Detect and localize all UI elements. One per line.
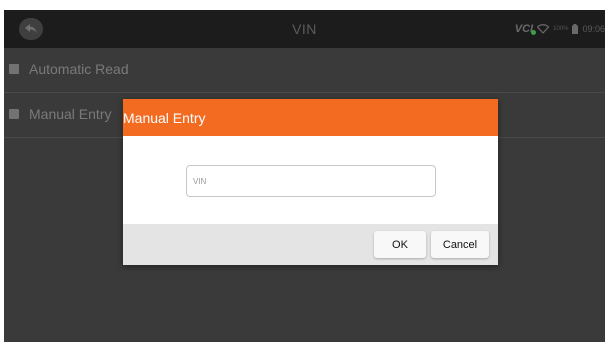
wifi-icon	[537, 24, 550, 34]
vin-input[interactable]	[186, 165, 436, 197]
cancel-button[interactable]: Cancel	[431, 231, 489, 258]
list-bullet-icon	[9, 109, 19, 119]
list-bullet-icon	[9, 64, 19, 74]
status-bar: VCI 100% 09:06	[515, 22, 605, 36]
list-item-label: Automatic Read	[29, 61, 129, 77]
app-screen: VIN VCI 100% 09:06 Automatic Read Manual…	[4, 10, 605, 342]
dialog-title: Manual Entry	[123, 110, 206, 126]
clock: 09:06	[582, 24, 605, 34]
manual-entry-dialog: Manual Entry OK Cancel	[123, 99, 498, 265]
dialog-footer: OK Cancel	[123, 224, 498, 265]
ok-button[interactable]: OK	[374, 231, 426, 258]
top-bar: VIN VCI 100% 09:06	[4, 10, 605, 48]
vci-connection-icon: VCI	[515, 23, 537, 35]
list-item-label: Manual Entry	[29, 106, 112, 122]
dialog-header: Manual Entry	[123, 99, 498, 136]
list-item-automatic-read[interactable]: Automatic Read	[4, 48, 605, 93]
battery-percent: 100%	[553, 26, 569, 32]
battery-icon	[572, 24, 579, 34]
